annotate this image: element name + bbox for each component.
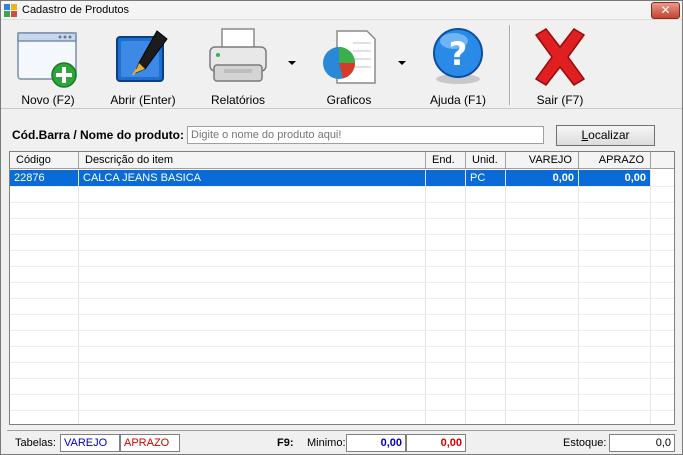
open-button[interactable]: Abrir (Enter) <box>105 23 181 109</box>
table-varejo-box: VAREJO <box>60 434 120 452</box>
toolbar: Novo (F2) Abrir (Enter) Relatórios Grafi… <box>1 21 682 109</box>
grid-line <box>10 202 674 203</box>
grid-header: Código Descrição do item End. Unid. VARE… <box>10 152 674 169</box>
stock-value: 0,0 <box>609 434 675 452</box>
charts-button-label: Graficos <box>326 93 372 107</box>
grid-line <box>10 282 674 283</box>
minimum-aprazo-value: 0,00 <box>406 434 466 452</box>
grid-line <box>10 346 674 347</box>
cell-varejo[interactable]: 0,00 <box>506 170 578 186</box>
pie-chart-icon <box>323 30 376 84</box>
close-x-icon <box>534 28 586 86</box>
grid-line <box>10 218 674 219</box>
help-button-label: Ajuda (F1) <box>429 93 487 107</box>
minimum-varejo-value: 0,00 <box>346 434 406 452</box>
close-button[interactable]: ✕ <box>651 2 680 19</box>
open-button-label: Abrir (Enter) <box>110 93 176 107</box>
grid-line <box>10 410 674 411</box>
status-bar: Tabelas: VAREJO APRAZO F9: Minimo: 0,00 … <box>7 430 677 454</box>
products-grid[interactable]: Código Descrição do item End. Unid. VARE… <box>9 151 675 425</box>
table-row[interactable]: 22876 CALCA JEANS BASICA PC 0,00 0,00 <box>10 170 674 186</box>
cell-aprazo[interactable]: 0,00 <box>579 170 650 186</box>
reports-button-label: Relatórios <box>210 93 266 107</box>
column-header-unid[interactable]: Unid. <box>466 152 506 169</box>
printer-icon <box>209 28 267 82</box>
window-title: Cadastro de Produtos <box>22 4 130 16</box>
grid-line <box>10 266 674 267</box>
stock-label: Estoque: <box>563 437 607 449</box>
new-button[interactable]: Novo (F2) <box>9 23 87 109</box>
column-header-codigo[interactable]: Código <box>10 152 79 169</box>
cell-codigo[interactable]: 22876 <box>10 170 78 186</box>
f9-label: F9: <box>277 437 294 449</box>
grid-line <box>10 186 674 187</box>
search-button[interactable]: Localizar <box>556 125 655 146</box>
minimum-label: Minimo: <box>307 437 346 449</box>
cell-descricao[interactable]: CALCA JEANS BASICA <box>79 170 425 186</box>
grid-line <box>10 234 674 235</box>
new-document-icon <box>17 32 77 88</box>
cell-end[interactable] <box>426 170 465 186</box>
pen-edit-icon <box>116 30 168 82</box>
grid-line <box>10 298 674 299</box>
grid-line <box>10 250 674 251</box>
tables-label: Tabelas: <box>15 437 56 449</box>
charts-button[interactable]: Graficos <box>313 23 385 109</box>
exit-button-label: Sair (F7) <box>536 93 584 107</box>
title-bar[interactable]: Cadastro de Produtos ✕ <box>1 1 682 20</box>
help-icon: ? <box>433 28 483 84</box>
grid-body: 22876 CALCA JEANS BASICA PC 0,00 0,00 <box>10 170 674 424</box>
column-header-varejo[interactable]: VAREJO <box>506 152 579 169</box>
column-header-aprazo[interactable]: APRAZO <box>579 152 651 169</box>
svg-text:?: ? <box>449 35 468 73</box>
help-button[interactable]: ? Ajuda (F1) <box>423 23 493 109</box>
toolbar-separator <box>509 25 511 105</box>
grid-line <box>10 330 674 331</box>
search-input[interactable] <box>187 126 544 144</box>
reports-button[interactable]: Relatórios <box>201 23 275 109</box>
exit-button[interactable]: Sair (F7) <box>525 23 595 109</box>
charts-dropdown-arrow[interactable] <box>398 61 406 65</box>
grid-line <box>10 394 674 395</box>
app-icon <box>4 4 17 17</box>
table-aprazo-box: APRAZO <box>120 434 180 452</box>
new-button-label: Novo (F2) <box>21 93 75 107</box>
column-header-end[interactable]: End. <box>426 152 466 169</box>
search-label: Cód.Barra / Nome do produto: <box>12 128 184 142</box>
grid-line <box>10 314 674 315</box>
grid-line <box>10 378 674 379</box>
column-header-descricao[interactable]: Descrição do item <box>79 152 426 169</box>
reports-dropdown-arrow[interactable] <box>288 61 296 65</box>
search-button-label: ocalizar <box>588 128 630 142</box>
cell-unid[interactable]: PC <box>466 170 505 186</box>
product-register-window: Cadastro de Produtos ✕ Novo (F2) Abrir (… <box>0 0 683 455</box>
grid-line <box>10 362 674 363</box>
